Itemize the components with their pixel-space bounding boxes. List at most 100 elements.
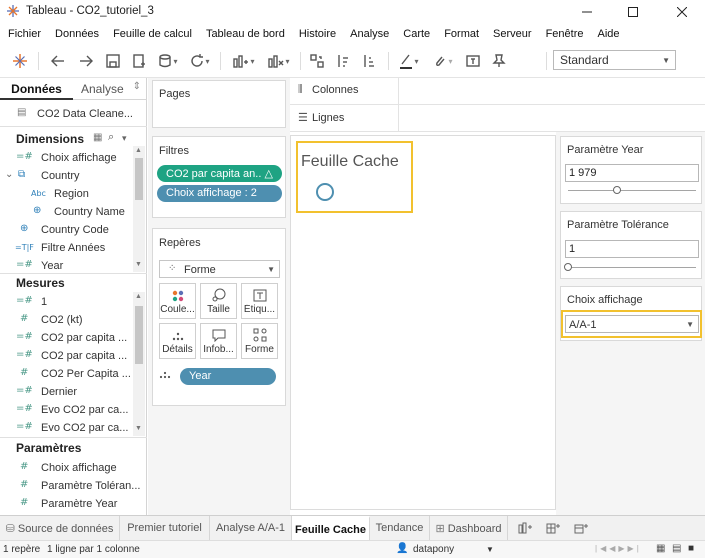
show-filmstrip-icon[interactable]: ▤ [672, 543, 681, 554]
pages-card[interactable]: Pages [152, 80, 286, 128]
tab-data-source[interactable]: ⛁ Source de données [0, 516, 120, 540]
new-datasource-icon[interactable] [128, 50, 150, 72]
param-tolerance-slider[interactable] [568, 267, 696, 268]
new-story-tab-icon[interactable] [568, 516, 594, 540]
sort-ascending-icon[interactable] [332, 50, 354, 72]
parameter-item[interactable]: # Paramètre Toléran... [0, 477, 145, 495]
mark-color-button[interactable]: Coule... [159, 283, 196, 319]
highlight-icon[interactable]: ▾ [394, 50, 424, 72]
datasource-item[interactable]: ▤ CO2 Data Cleane... [0, 105, 147, 123]
parameter-item[interactable]: # Paramètre Year [0, 495, 130, 513]
menu-serveur[interactable]: Serveur [493, 28, 532, 40]
scroll-down-icon[interactable]: ▼ [135, 261, 142, 268]
tab-donnees[interactable]: Données [0, 78, 73, 100]
pause-updates-icon[interactable]: ▾ [154, 50, 182, 72]
measure-item[interactable]: # CO2 Per Capita ... [0, 365, 130, 383]
swap-rows-columns-icon[interactable] [306, 50, 328, 72]
tab-dashboard[interactable]: ⊞ Dashboard [430, 516, 508, 540]
chevron-down-icon[interactable]: ▼ [486, 545, 494, 554]
measure-item[interactable]: =# 1 [0, 293, 130, 311]
undo-icon[interactable] [46, 50, 70, 72]
dimension-item[interactable]: =T|F Filtre Années [0, 239, 130, 257]
mark-label-button[interactable]: Étiqu... [241, 283, 278, 319]
scroll-down-icon[interactable]: ▼ [135, 425, 142, 432]
circle-shape-mark[interactable] [316, 183, 334, 201]
search-icon[interactable]: ⌕ [108, 131, 114, 144]
dimension-item[interactable]: ⌄ ⧉ Country [0, 167, 130, 185]
tab-tendance[interactable]: Tendance [370, 516, 430, 540]
scroll-up-icon[interactable]: ▲ [135, 147, 142, 154]
param-tolerance-slider-thumb[interactable] [564, 263, 572, 271]
sheet-navigation-arrows[interactable]: |◀◀▶▶| [595, 544, 642, 553]
param-year-slider[interactable] [568, 190, 696, 191]
group-members-icon[interactable]: ▾ [428, 50, 458, 72]
measure-item[interactable]: # CO2 (kt) [0, 311, 130, 329]
tableau-home-icon[interactable] [8, 50, 32, 72]
measure-item[interactable]: =# Evo CO2 par ca... [0, 401, 130, 419]
mark-type-select[interactable]: ⁘ Forme ▼ [159, 260, 280, 278]
menu-fenetre[interactable]: Fenêtre [546, 28, 584, 40]
redo-icon[interactable] [74, 50, 98, 72]
param-choix-select[interactable]: A/A-1 ▼ [565, 315, 699, 333]
status-user[interactable]: datapony [413, 544, 454, 555]
dimension-item[interactable]: ⊕ Country Code [0, 221, 130, 239]
measure-item[interactable]: =# Evo CO2 par ca... [0, 419, 130, 437]
dimension-item[interactable]: Abc Region [0, 185, 130, 203]
minimize-button[interactable] [564, 0, 610, 24]
tab-premier-tutoriel[interactable]: Premier tutoriel [120, 516, 210, 540]
mark-detail-button[interactable]: Détails [159, 323, 196, 359]
measures-scrollbar[interactable]: ▲ ▼ [133, 292, 145, 436]
view-data-icon[interactable]: ▦ [93, 132, 102, 143]
scroll-up-icon[interactable]: ▲ [135, 293, 142, 300]
filters-card[interactable]: Filtres CO2 par capita an.. △ Choix affi… [152, 136, 286, 218]
expand-chevron-icon[interactable]: ⌄ [5, 169, 13, 180]
save-icon[interactable] [102, 50, 124, 72]
param-year-input[interactable]: 1 979 [565, 164, 699, 182]
measure-item[interactable]: =# CO2 par capita ... [0, 329, 130, 347]
menu-feuille-de-calcul[interactable]: Feuille de calcul [113, 28, 192, 40]
scrollbar-thumb[interactable] [135, 306, 143, 364]
new-dashboard-tab-icon[interactable] [540, 516, 566, 540]
maximize-button[interactable] [610, 0, 656, 24]
new-worksheet-tab-icon[interactable] [512, 516, 538, 540]
filter-pill-co2[interactable]: CO2 par capita an.. △ [157, 165, 282, 182]
show-sheet-sorter-icon[interactable]: ▦ [656, 543, 665, 554]
scrollbar-thumb[interactable] [135, 158, 143, 200]
fix-axes-icon[interactable] [488, 50, 510, 72]
dimensions-menu-icon[interactable]: ▾ [122, 133, 127, 144]
tab-analyse[interactable]: Analyse ⇕ [73, 78, 147, 100]
new-worksheet-icon[interactable]: ▾ [228, 50, 260, 72]
mark-shape-button[interactable]: Forme [241, 323, 278, 359]
show-tabs-icon[interactable]: ■ [688, 543, 694, 554]
menu-carte[interactable]: Carte [403, 28, 430, 40]
measure-item[interactable]: =# CO2 par capita ... [0, 347, 130, 365]
menu-format[interactable]: Format [444, 28, 479, 40]
fit-select[interactable]: Standard ▼ [553, 50, 676, 70]
sort-descending-icon[interactable] [358, 50, 380, 72]
worksheet-view[interactable]: Feuille Cache [290, 135, 556, 510]
dimensions-scrollbar[interactable]: ▲ ▼ [133, 146, 145, 272]
parameter-item[interactable]: # Choix affichage [0, 459, 130, 477]
menu-aide[interactable]: Aide [597, 28, 619, 40]
tab-analyse-a-a-1[interactable]: Analyse A/A-1 [210, 516, 292, 540]
param-tolerance-input[interactable]: 1 [565, 240, 699, 258]
clear-sheet-icon[interactable]: ▾ [264, 50, 294, 72]
dimension-item[interactable]: =# Choix affichage [0, 149, 130, 167]
columns-shelf[interactable]: ⫼ Colonnes [290, 78, 705, 105]
menu-tableau-de-bord[interactable]: Tableau de bord [206, 28, 285, 40]
menu-donnees[interactable]: Données [55, 28, 99, 40]
rows-shelf[interactable]: ☰ Lignes [290, 105, 705, 132]
dimension-item[interactable]: ⊕ Country Name [0, 203, 130, 221]
show-labels-icon[interactable] [462, 50, 484, 72]
mark-size-button[interactable]: Taille [200, 283, 237, 319]
refresh-icon[interactable]: ▾ [186, 50, 214, 72]
menu-fichier[interactable]: Fichier [8, 28, 41, 40]
menu-histoire[interactable]: Histoire [299, 28, 336, 40]
tab-feuille-cache[interactable]: Feuille Cache [292, 516, 370, 540]
close-button[interactable] [659, 0, 705, 24]
filter-pill-choix[interactable]: Choix affichage : 2 [157, 185, 282, 202]
measure-item[interactable]: =# Dernier [0, 383, 130, 401]
menu-analyse[interactable]: Analyse [350, 28, 389, 40]
mark-pill-year[interactable]: Year [180, 368, 276, 385]
minimize-pane-icon[interactable]: ⇕ [133, 81, 141, 92]
